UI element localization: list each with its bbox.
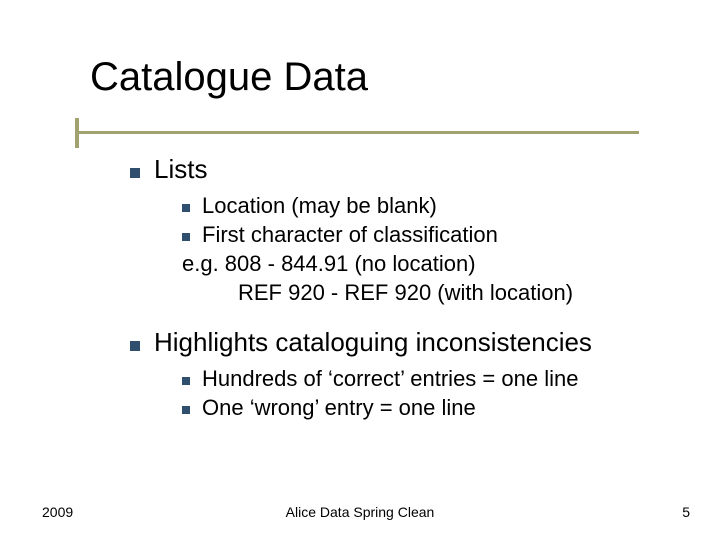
- square-bullet-icon: [130, 341, 140, 351]
- bullet-text: Highlights cataloguing inconsistencies: [154, 327, 592, 358]
- square-bullet-icon: [182, 406, 190, 414]
- accent-underline: [79, 131, 639, 134]
- bullet-text: Location (may be blank): [202, 193, 437, 219]
- bullet-level2: First character of classification: [182, 222, 690, 248]
- bullet-text: One ‘wrong’ entry = one line: [202, 395, 476, 421]
- example-line: REF 920 - REF 920 (with location): [182, 280, 690, 306]
- page-number: 5: [682, 504, 690, 520]
- bullet-text: Lists: [154, 154, 207, 185]
- bullet-level2: Location (may be blank): [182, 193, 690, 219]
- square-bullet-icon: [182, 233, 190, 241]
- square-bullet-icon: [130, 168, 140, 178]
- slide-body: Lists Location (may be blank) First char…: [130, 150, 690, 424]
- example-line: e.g. 808 - 844.91 (no location): [182, 251, 690, 277]
- bullet-level2: One ‘wrong’ entry = one line: [182, 395, 690, 421]
- bullet-text: First character of classification: [202, 222, 498, 248]
- square-bullet-icon: [182, 377, 190, 385]
- title-block: Catalogue Data: [90, 55, 368, 100]
- square-bullet-icon: [182, 204, 190, 212]
- bullet-level2: Hundreds of ‘correct’ entries = one line: [182, 366, 690, 392]
- bullet-level1: Highlights cataloguing inconsistencies: [130, 327, 690, 358]
- slide-title: Catalogue Data: [90, 55, 368, 100]
- bullet-level1: Lists: [130, 154, 690, 185]
- slide: Catalogue Data Lists Location (may be bl…: [0, 0, 720, 540]
- bullet-text: Hundreds of ‘correct’ entries = one line: [202, 366, 578, 392]
- footer-title: Alice Data Spring Clean: [0, 504, 720, 520]
